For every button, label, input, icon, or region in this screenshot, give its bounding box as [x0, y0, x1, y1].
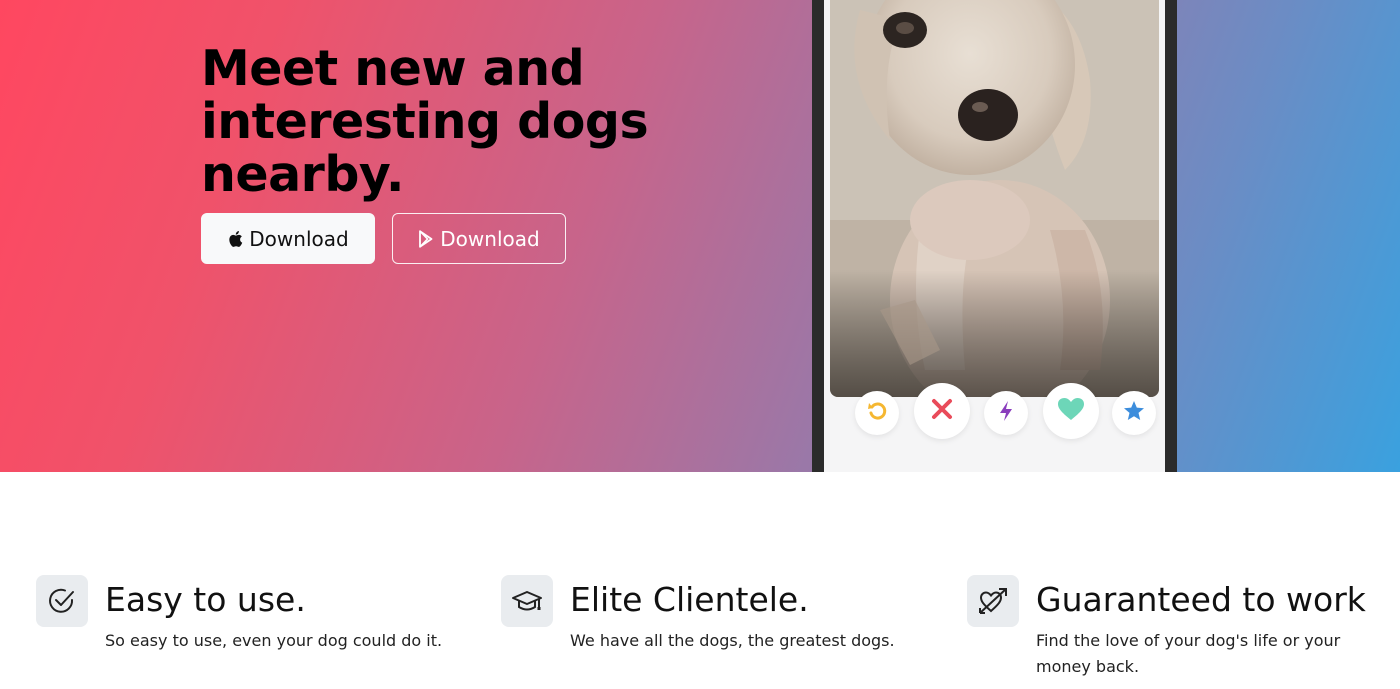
app-store-download-button[interactable]: Download: [201, 213, 375, 264]
check-circle-icon: [36, 575, 88, 627]
google-play-icon: [418, 229, 434, 248]
boost-icon: [997, 400, 1015, 426]
apple-icon: [227, 230, 243, 248]
feature-title: Elite Clientele.: [570, 580, 809, 619]
feature-title: Easy to use.: [105, 580, 306, 619]
rewind-button[interactable]: [855, 391, 899, 435]
dog-photo: [830, 0, 1159, 397]
feature-title: Guaranteed to work: [1036, 580, 1366, 619]
nope-button[interactable]: [914, 383, 970, 439]
like-icon: [1057, 397, 1085, 425]
hero-headline: Meet new and interesting dogs nearby.: [201, 40, 649, 203]
app-store-download-label: Download: [249, 226, 349, 251]
phone-mockup: [812, 0, 1177, 472]
feature-description: So easy to use, even your dog could do i…: [105, 631, 443, 650]
hero-section: Meet new and interesting dogs nearby. Do…: [0, 0, 1400, 472]
feature-description: Find the love of your dog's life or your…: [1036, 631, 1341, 676]
feature-description: We have all the dogs, the greatest dogs.: [570, 631, 895, 650]
super-like-icon: [1123, 400, 1145, 426]
google-play-download-label: Download: [440, 226, 540, 251]
like-button[interactable]: [1043, 383, 1099, 439]
features-section: Easy to use. So easy to use, even your d…: [0, 575, 1400, 689]
phone-screen: [824, 0, 1165, 472]
graduation-cap-icon: [501, 575, 553, 627]
boost-button[interactable]: [984, 391, 1028, 435]
action-bar: [824, 383, 1165, 470]
google-play-download-button[interactable]: Download: [392, 213, 566, 264]
nope-icon: [930, 397, 954, 425]
super-like-button[interactable]: [1112, 391, 1156, 435]
rewind-icon: [866, 400, 888, 426]
heart-arrow-icon: [967, 575, 1019, 627]
